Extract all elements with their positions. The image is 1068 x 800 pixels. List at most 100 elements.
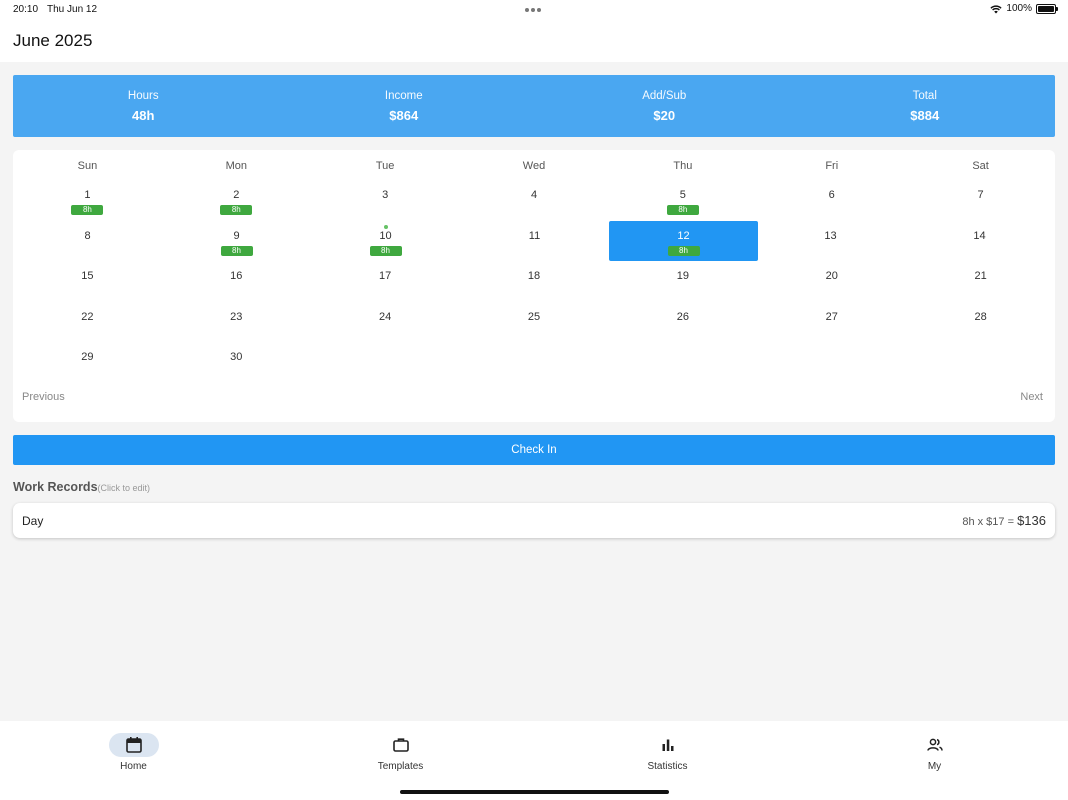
work-records-label: Work Records	[13, 480, 98, 494]
calendar-day[interactable]: 5 8h	[608, 180, 757, 220]
people-icon	[926, 738, 943, 751]
calendar-day-selected[interactable]: 12 8h	[609, 220, 758, 261]
calendar-day[interactable]: 26	[608, 302, 757, 342]
nav-label: Home	[120, 761, 147, 772]
calendar-day	[906, 342, 1055, 382]
calendar-day[interactable]: 18	[460, 261, 609, 301]
calendar-day[interactable]: 19	[608, 261, 757, 301]
calendar-day	[460, 342, 609, 382]
nav-templates[interactable]: Templates	[267, 721, 534, 777]
day-number: 25	[527, 310, 541, 323]
battery-percent: 100%	[1006, 3, 1032, 14]
day-number: 3	[382, 189, 389, 201]
summary-label: Hours	[127, 89, 159, 102]
calendar-day[interactable]: 22	[13, 302, 162, 342]
summary-add-sub: Add/Sub $20	[534, 75, 795, 137]
day-number: 21	[974, 270, 987, 283]
briefcase-icon	[392, 738, 409, 752]
weekday-label: Mon	[225, 160, 247, 172]
summary-value: $884	[910, 107, 940, 123]
day-number: 16	[230, 270, 243, 283]
weekday-header: Sun Mon Tue Wed Thu Fri Sat	[13, 150, 1055, 180]
weekday-label: Wed	[522, 160, 546, 172]
calendar-day[interactable]: 21	[906, 261, 1055, 301]
calendar-icon	[125, 737, 142, 753]
nav-label: Templates	[377, 761, 424, 772]
calendar-day	[608, 342, 757, 382]
summary-label: Add/Sub	[642, 89, 687, 102]
calendar-day[interactable]: 9 8h	[162, 221, 311, 261]
day-number: 9	[233, 229, 240, 242]
calendar-day[interactable]: 16	[162, 261, 311, 301]
summary-total: Total $884	[795, 75, 1056, 137]
record-calculation: 8h x $17 = $136	[962, 513, 1046, 528]
calendar-day[interactable]: 17	[311, 261, 460, 301]
day-number: 30	[230, 351, 243, 364]
day-number: 14	[973, 229, 986, 242]
record-name: Day	[22, 514, 44, 528]
calendar-day[interactable]: 24	[311, 302, 460, 342]
calendar-day[interactable]: 4	[460, 180, 609, 220]
weekday-label: Sat	[972, 160, 989, 172]
calendar-day[interactable]: 30	[162, 342, 311, 382]
day-number: 10	[379, 229, 392, 242]
calendar-day[interactable]: 11	[460, 221, 609, 261]
summary-value: $20	[653, 107, 676, 123]
day-number: 24	[379, 310, 392, 323]
summary-bar: Hours 48h Income $864 Add/Sub $20 Total …	[13, 75, 1055, 137]
calendar-day[interactable]: 10 8h	[311, 221, 460, 261]
hours-badge: 8h	[667, 245, 700, 256]
work-record-item[interactable]: Day 8h x $17 = $136	[13, 503, 1055, 538]
day-number: 29	[81, 351, 94, 364]
summary-income: Income $864	[274, 75, 535, 137]
page-title: June 2025	[13, 31, 93, 50]
calendar-day[interactable]: 8	[13, 221, 162, 261]
calendar-day[interactable]: 20	[757, 261, 906, 301]
calendar-day[interactable]: 7	[906, 180, 1055, 220]
calendar-day[interactable]: 29	[13, 342, 162, 382]
weekday-label: Sun	[77, 160, 98, 172]
check-in-button[interactable]: Check In	[13, 435, 1055, 465]
hours-badge: 8h	[220, 205, 253, 215]
calendar-day[interactable]: 23	[162, 302, 311, 342]
day-number: 27	[825, 310, 838, 323]
status-bar: 20:10 Thu Jun 12 100%	[0, 0, 1068, 20]
hours-badge: 8h	[369, 245, 402, 256]
summary-label: Total	[912, 89, 937, 102]
calendar-day[interactable]: 2 8h	[162, 180, 311, 220]
nav-home[interactable]: Home	[0, 721, 267, 777]
day-number: 19	[676, 270, 689, 283]
day-number: 18	[527, 270, 541, 283]
calendar-day[interactable]: 14	[905, 221, 1054, 261]
work-records-hint: (Click to edit)	[97, 483, 151, 493]
next-month-button[interactable]: Next	[1020, 391, 1043, 403]
calendar-day[interactable]: 1 8h	[13, 180, 162, 220]
nav-statistics[interactable]: Statistics	[534, 721, 801, 777]
calendar-week: 15 16 17 18 19 20 21	[13, 261, 1055, 302]
previous-month-button[interactable]: Previous	[22, 391, 65, 403]
day-number: 28	[974, 310, 987, 323]
hours-badge: 8h	[666, 205, 699, 215]
calendar-day[interactable]: 6	[757, 180, 906, 220]
weekday-label: Thu	[673, 160, 693, 172]
calendar-day[interactable]: 27	[757, 302, 906, 342]
calendar-day[interactable]: 25	[460, 302, 609, 342]
hours-badge: 8h	[71, 205, 104, 215]
day-number: 2	[233, 189, 240, 201]
day-number: 23	[230, 310, 243, 323]
multitasking-dots-icon[interactable]	[525, 8, 541, 12]
calendar-day[interactable]: 3	[311, 180, 460, 220]
calendar-day[interactable]: 28	[906, 302, 1055, 342]
summary-value: $864	[389, 107, 419, 123]
calendar-day[interactable]: 15	[13, 261, 162, 301]
app-header: June 2025	[0, 20, 1068, 62]
calendar-day[interactable]: 13	[756, 221, 905, 261]
calendar-day	[311, 342, 460, 382]
day-number: 5	[679, 189, 686, 201]
nav-label: My	[927, 761, 942, 772]
day-number: 1	[84, 189, 91, 201]
day-number: 6	[828, 189, 835, 201]
nav-my[interactable]: My	[801, 721, 1068, 777]
day-number: 20	[825, 270, 838, 283]
record-amount: $136	[1017, 513, 1046, 528]
